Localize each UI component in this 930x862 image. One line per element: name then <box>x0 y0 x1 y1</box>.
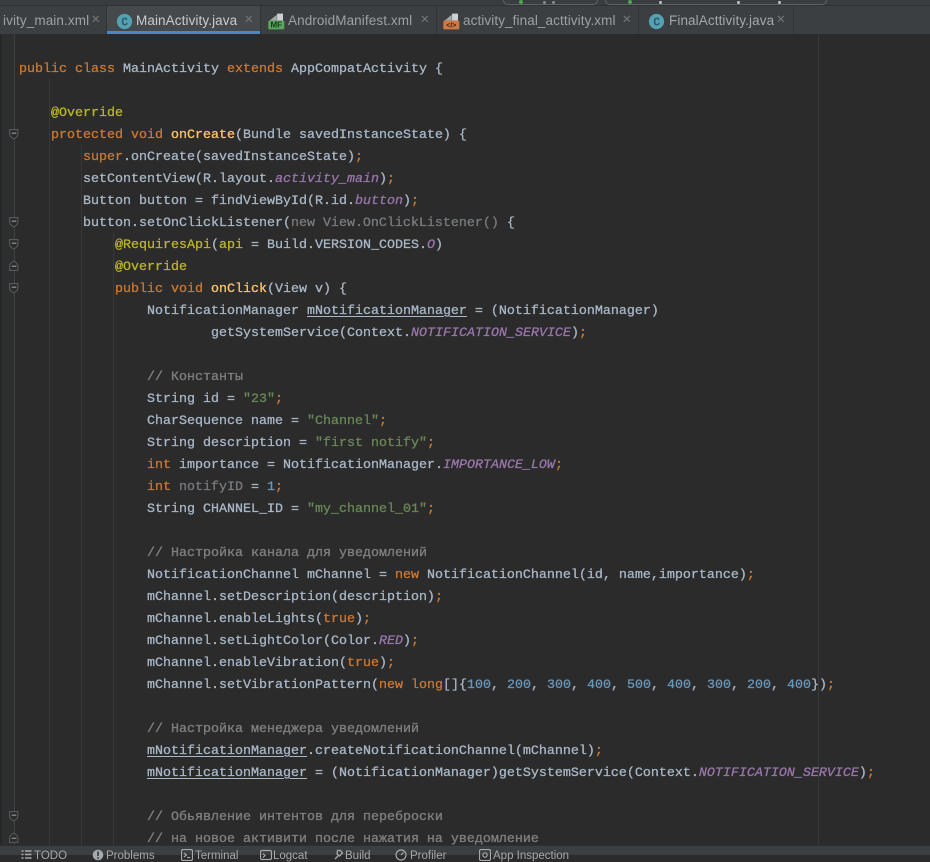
svg-text:</>: </> <box>446 22 456 29</box>
svg-text:C: C <box>653 17 660 30</box>
svg-text:C: C <box>121 17 128 30</box>
svg-text:MF: MF <box>271 20 283 29</box>
